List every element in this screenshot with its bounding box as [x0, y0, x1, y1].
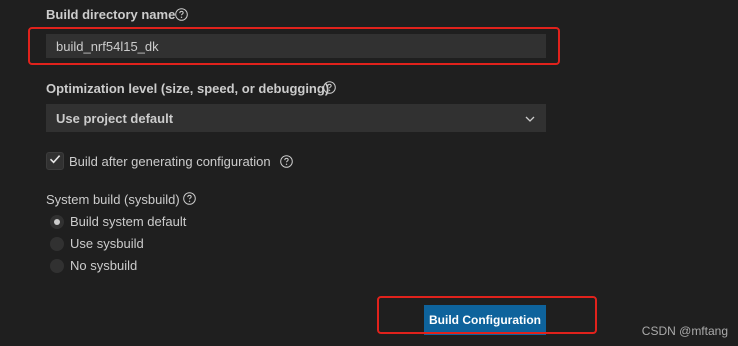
help-circle-icon[interactable] — [175, 8, 188, 21]
radio-label-no-sysbuild[interactable]: No sysbuild — [70, 258, 137, 273]
build-directory-label: Build directory name — [46, 7, 176, 22]
help-circle-icon[interactable] — [183, 192, 196, 205]
radio-no-sysbuild[interactable] — [50, 259, 64, 273]
help-circle-icon[interactable] — [323, 81, 336, 94]
help-circle-icon[interactable] — [280, 155, 293, 168]
chevron-down-icon — [524, 112, 536, 124]
annotation-highlight-build-button — [377, 296, 597, 334]
build-after-checkbox[interactable] — [46, 152, 64, 170]
radio-build-system-default[interactable] — [50, 215, 64, 229]
radio-use-sysbuild[interactable] — [50, 237, 64, 251]
watermark: CSDN @mftang — [641, 324, 728, 338]
optimization-level-select[interactable]: Use project default — [46, 104, 546, 132]
build-after-label[interactable]: Build after generating configuration — [69, 154, 271, 169]
radio-label-build-system-default[interactable]: Build system default — [70, 214, 186, 229]
optimization-level-label: Optimization level (size, speed, or debu… — [46, 81, 330, 96]
sysbuild-label: System build (sysbuild) — [46, 192, 180, 207]
optimization-level-value: Use project default — [56, 110, 174, 126]
radio-label-use-sysbuild[interactable]: Use sysbuild — [70, 236, 144, 251]
annotation-highlight-build-directory — [28, 27, 560, 65]
radio-selected-dot — [54, 219, 60, 225]
check-icon — [48, 152, 62, 171]
